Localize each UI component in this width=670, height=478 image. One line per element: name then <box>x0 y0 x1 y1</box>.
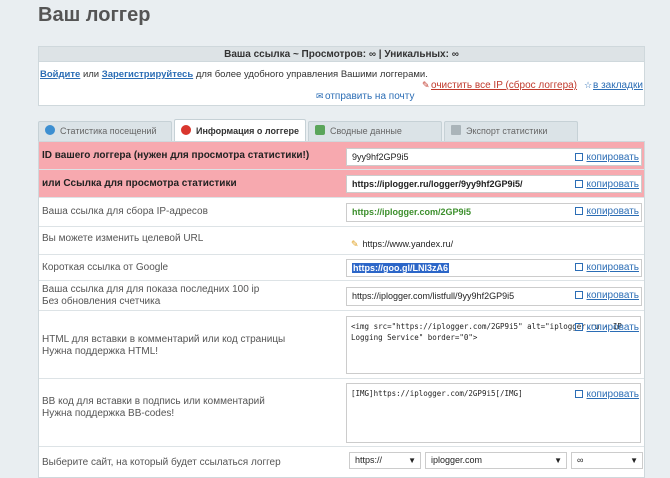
copy-icon <box>575 263 584 271</box>
question-icon <box>181 125 191 135</box>
page-title: Ваш логгер <box>38 4 151 26</box>
row-label: Короткая ссылка от Google <box>42 262 169 273</box>
or-text: или <box>80 69 102 80</box>
copy-icon <box>575 153 584 161</box>
tab-logger-info[interactable]: Информация о логгере <box>174 119 306 141</box>
copy-google-short-button[interactable]: копировать <box>575 262 639 273</box>
tabs: Статистика посещений Информация о логгер… <box>38 119 645 141</box>
chevron-down-icon: ▼ <box>630 456 638 465</box>
mail-icon: ✉ <box>316 91 324 101</box>
copy-collect-link-button[interactable]: копировать <box>575 206 639 217</box>
login-line: Войдите или Зарегистрируйтесь для более … <box>40 69 428 80</box>
row-view-link: или Ссылка для просмотра статистики http… <box>39 170 644 198</box>
protocol-select[interactable]: https://▼ <box>349 452 421 469</box>
pencil-icon: ✎ <box>351 239 359 249</box>
row-label: HTML для вставки в комментарий или код с… <box>42 334 286 357</box>
login-link[interactable]: Войдите <box>40 69 80 80</box>
pie-icon <box>315 125 325 135</box>
suffix-select[interactable]: ∞ ▼ <box>571 452 643 469</box>
copy-icon <box>575 390 584 398</box>
row-last100: Ваша ссылка для для показа последних 100… <box>39 281 644 311</box>
chart-icon <box>45 125 55 135</box>
chevron-down-icon: ▼ <box>554 456 562 465</box>
row-label: Выберите сайт, на который будет ссылатьс… <box>42 457 281 468</box>
row-google-short: Короткая ссылка от Google https://goo.gl… <box>39 255 644 281</box>
row-label: Ваша ссылка для для показа последних 100… <box>42 284 260 307</box>
views-header: Ваша ссылка ~ Просмотров: ∞ | Уникальных… <box>39 47 644 62</box>
tab-summary[interactable]: Сводные данные <box>308 121 442 141</box>
row-target-url: Вы можете изменить целевой URL ✎ https://… <box>39 227 644 255</box>
row-logger-id: ID вашего логгера (нужен для просмотра с… <box>39 142 644 170</box>
login-suffix: для более удобного управления Вашими лог… <box>193 69 428 80</box>
row-label: Ваша ссылка для сбора IP-адресов <box>42 206 208 217</box>
row-collect-link: Ваша ссылка для сбора IP-адресов https:/… <box>39 198 644 227</box>
copy-logger-id-button[interactable]: копировать <box>575 152 639 163</box>
copy-icon <box>575 323 584 331</box>
logger-info-box: Ваша ссылка ~ Просмотров: ∞ | Уникальных… <box>38 46 645 106</box>
copy-last100-button[interactable]: копировать <box>575 290 639 301</box>
row-label: Вы можете изменить целевой URL <box>42 233 204 244</box>
domain-select[interactable]: iplogger.com ▼ <box>425 452 567 469</box>
chevron-down-icon: ▼ <box>408 456 416 465</box>
bookmarks-link[interactable]: ☆в закладки <box>584 80 643 91</box>
table-icon <box>451 125 461 135</box>
copy-icon <box>575 207 584 215</box>
register-link[interactable]: Зарегистрируйтесь <box>102 69 193 80</box>
row-html-code: HTML для вставки в комментарий или код с… <box>39 311 644 379</box>
row-label: BB код для вставки в подпись или коммент… <box>42 396 265 419</box>
copy-icon <box>575 180 584 188</box>
row-label: ID вашего логгера (нужен для просмотра с… <box>42 150 310 161</box>
tab-visit-stats[interactable]: Статистика посещений <box>38 121 172 141</box>
send-mail-link[interactable]: ✉отправить на почту <box>316 91 414 102</box>
copy-bb-code-button[interactable]: копировать <box>575 389 639 400</box>
clear-ip-link[interactable]: ✎очистить все IP (сброс логгера) <box>422 80 577 91</box>
copy-icon <box>575 291 584 299</box>
tab-export-stats[interactable]: Экспорт статистики <box>444 121 578 141</box>
copy-html-code-button[interactable]: копировать <box>575 322 639 333</box>
target-url-editable[interactable]: ✎ https://www.yandex.ru/ <box>346 236 546 252</box>
row-label: или Ссылка для просмотра статистики <box>42 178 237 189</box>
reset-icon: ✎ <box>422 80 430 90</box>
row-site-select: Выберите сайт, на который будет ссылатьс… <box>39 447 644 477</box>
row-bb-code: BB код для вставки в подпись или коммент… <box>39 379 644 447</box>
copy-view-link-button[interactable]: копировать <box>575 179 639 190</box>
logger-info-table: ID вашего логгера (нужен для просмотра с… <box>38 141 645 478</box>
star-icon: ☆ <box>584 80 593 90</box>
